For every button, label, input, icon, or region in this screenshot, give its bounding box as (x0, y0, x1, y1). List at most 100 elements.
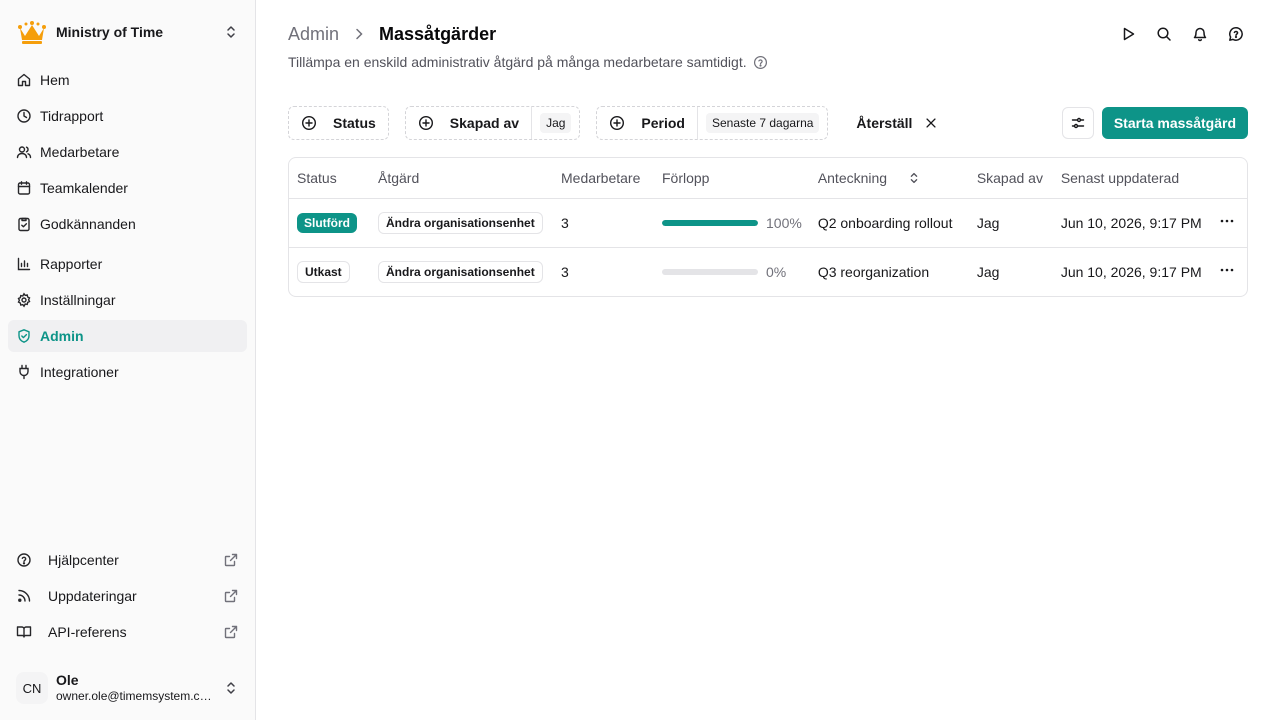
link-api-referens[interactable]: API-referens (8, 616, 247, 648)
filter-value: Jag (531, 107, 579, 139)
calendar-icon (17, 181, 31, 195)
filter-period-label: Period (597, 107, 697, 139)
progress: 100% (662, 215, 802, 231)
sidebar-item-integrationer[interactable]: Integrationer (8, 356, 247, 388)
clipboard-check-icon (18, 217, 30, 232)
filter-chip: Jag (540, 113, 572, 133)
gear-icon (17, 292, 31, 308)
sidebar-item-admin[interactable]: Admin (8, 320, 247, 352)
bulk-actions-table: Status Åtgärd Medarbetare Förlopp Anteck… (288, 157, 1248, 297)
link-label: Uppdateringar (48, 588, 137, 604)
filter-status-label: Status (289, 107, 388, 139)
user-email: owner.ole@timemsystem.com (56, 689, 212, 703)
user-name: Ole (56, 672, 79, 688)
column-header-actions (1211, 158, 1247, 199)
cell-row-menu[interactable] (1211, 198, 1247, 248)
cell-row-menu[interactable] (1211, 247, 1247, 296)
reset-filters-button[interactable]: Återställ (844, 106, 950, 140)
action-tag: Ändra organisationsenhet (378, 260, 543, 283)
org-switcher[interactable]: Ministry of Time (0, 0, 255, 64)
sidebar-item-installningar[interactable]: Inställningar (8, 284, 247, 316)
sidebar-item-rapporter[interactable]: Rapporter (8, 248, 247, 280)
table-row[interactable]: Slutförd Ändra organisationsenhet 3 100%… (289, 198, 1247, 248)
close-icon (926, 118, 937, 128)
cell-updated: Jun 10, 2026, 9:17 PM (1060, 263, 1202, 280)
filter-label: Period (641, 115, 685, 131)
play-button[interactable] (1116, 22, 1140, 46)
sidebar-item-hem[interactable]: Hem (8, 64, 247, 96)
cell-created-by: Jag (976, 263, 1000, 280)
progress-bar (662, 219, 758, 226)
action-tag: Ändra organisationsenhet (378, 211, 543, 234)
user-info: Ole owner.ole@timemsystem.com (56, 672, 223, 704)
breadcrumb-parent[interactable]: Admin (288, 24, 339, 45)
progress-label: 0% (766, 263, 787, 280)
start-bulk-action-button[interactable]: Starta massåtgärd (1101, 107, 1248, 139)
column-header-created-by: Skapad av (968, 158, 1053, 199)
avatar: CN (16, 672, 48, 704)
more-horizontal-icon[interactable] (1219, 262, 1235, 278)
link-hjalpcenter[interactable]: Hjälpcenter (8, 544, 247, 576)
rss-icon (18, 589, 31, 602)
column-header-note[interactable]: Anteckning (809, 158, 969, 199)
shield-check-icon (18, 329, 30, 343)
cell-note: Q2 onboarding rollout (809, 198, 969, 248)
search-icon (1157, 27, 1171, 41)
notifications-button[interactable] (1188, 22, 1212, 46)
table-header-row: Status Åtgärd Medarbetare Förlopp Anteck… (289, 158, 1247, 199)
more-horizontal-icon[interactable] (1219, 213, 1235, 229)
plug-icon (19, 364, 29, 380)
sidebar-item-teamkalender[interactable]: Teamkalender (8, 172, 247, 204)
external-link-icon (224, 553, 238, 567)
filter-created-by[interactable]: Skapad av Jag (404, 106, 581, 140)
user-menu[interactable]: CN Ole owner.ole@timemsystem.com (8, 664, 247, 712)
sidebar-item-godkannanden[interactable]: Godkännanden (8, 208, 247, 240)
support-button[interactable] (1224, 22, 1248, 46)
sidebar-item-label: Tidrapport (40, 108, 104, 124)
filter-period[interactable]: Period Senaste 7 dagarna (596, 106, 829, 140)
sidebar-item-label: Hem (40, 72, 70, 88)
sidebar-item-label: Medarbetare (40, 144, 120, 160)
view-options-button[interactable] (1061, 107, 1094, 139)
column-header-status: Status (289, 158, 370, 199)
column-header-note-label: Anteckning (817, 169, 888, 186)
sidebar-item-label: Godkännanden (40, 216, 136, 232)
table-row[interactable]: Utkast Ändra organisationsenhet 3 0% Q3 … (289, 247, 1247, 296)
external-link-icon (224, 625, 238, 639)
link-uppdateringar[interactable]: Uppdateringar (8, 580, 247, 612)
sidebar-item-label: Teamkalender (40, 180, 128, 196)
cell-action: Ändra organisationsenhet (370, 247, 553, 296)
column-header-action: Åtgärd (370, 158, 553, 199)
sidebar-item-tidrapport[interactable]: Tidrapport (8, 100, 247, 132)
filter-label: Skapad av (449, 115, 520, 131)
page-title: Massåtgärder (379, 23, 497, 44)
sidebar-item-label: Inställningar (40, 292, 116, 308)
sidebar-item-label: Admin (40, 328, 84, 344)
crown-logo-icon (16, 16, 48, 48)
column-header-updated: Senast uppdaterad (1052, 158, 1211, 199)
breadcrumb: Admin Massåtgärder (288, 18, 1248, 50)
play-icon (1123, 27, 1135, 41)
header-actions (1116, 22, 1248, 46)
chevron-up-down-icon (227, 26, 235, 38)
column-header-employees: Medarbetare (553, 158, 654, 199)
sidebar-item-label: Rapporter (40, 256, 103, 272)
filter-status[interactable]: Status (288, 106, 389, 140)
org-name: Ministry of Time (56, 24, 164, 40)
filter-value: Senaste 7 dagarna (697, 107, 827, 139)
link-label: API-referens (48, 624, 127, 640)
chevron-right-icon (356, 28, 363, 40)
filter-created-by-label: Skapad av (406, 107, 531, 139)
help-circle-icon[interactable] (753, 55, 768, 70)
sidebar-item-medarbetare[interactable]: Medarbetare (8, 136, 247, 168)
plus-circle-icon (610, 115, 625, 131)
chat-help-icon (1229, 27, 1243, 41)
progress: 0% (662, 264, 802, 280)
plus-circle-icon (301, 115, 317, 131)
home-icon (17, 73, 31, 87)
search-button[interactable] (1152, 22, 1176, 46)
app: Ministry of Time Hem Tidrapport Medarbet… (0, 0, 1280, 720)
filter-toolbar: Status Skapad av Jag Period Senaste 7 da… (288, 106, 1248, 140)
cell-progress: 0% (654, 247, 810, 296)
reset-label: Återställ (856, 115, 913, 131)
